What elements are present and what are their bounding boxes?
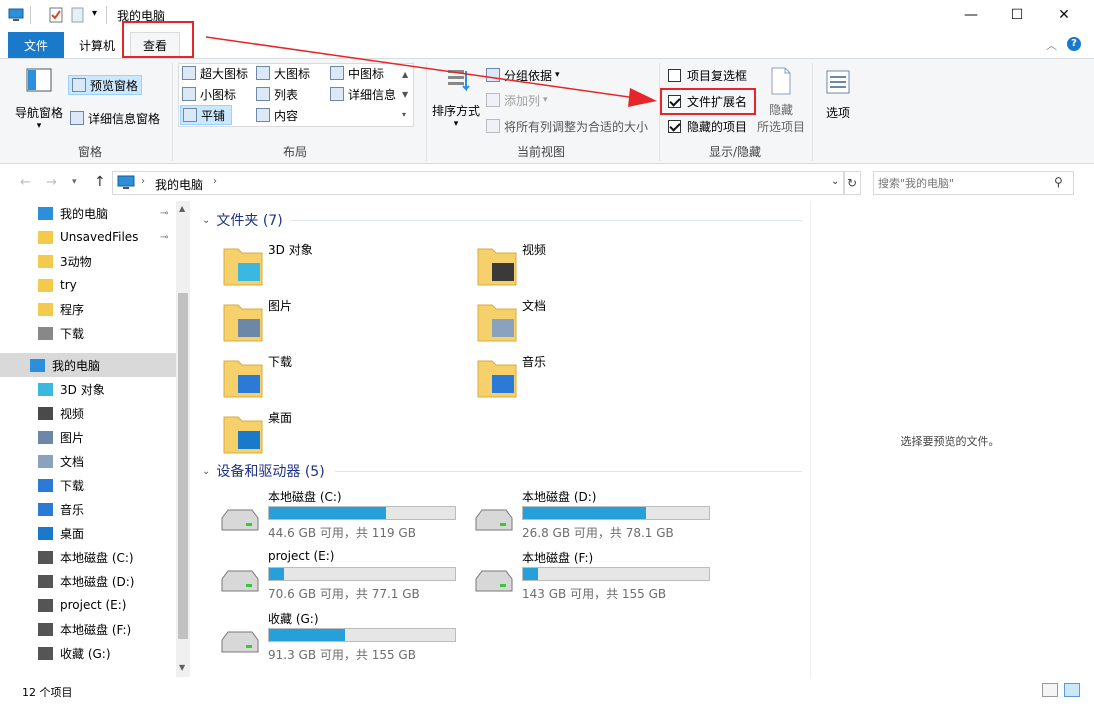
annotation-arrow	[205, 36, 657, 107]
